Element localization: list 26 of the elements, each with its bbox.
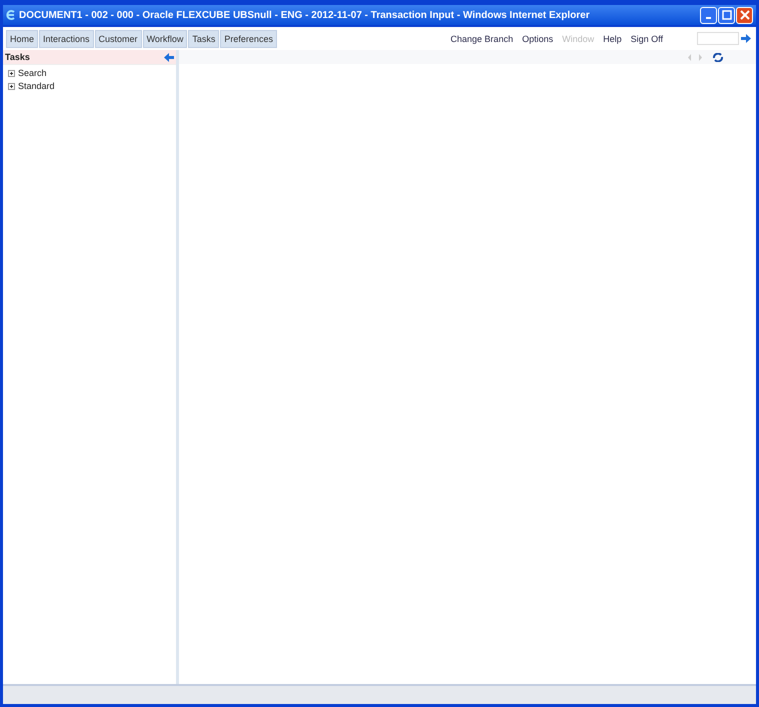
menu-link[interactable]: Help <box>603 34 622 44</box>
menu-tab[interactable]: Preferences <box>220 30 277 48</box>
refresh-icon[interactable] <box>713 52 723 62</box>
window-title: DOCUMENT1 - 002 - 000 - Oracle FLEXCUBE UBSnull - ENG - 2012-11-07 - Transaction Input - Windows Internet Explorer <box>19 10 591 20</box>
maximize-button[interactable] <box>718 6 735 24</box>
menu-link[interactable]: Change Branch <box>450 34 514 44</box>
expand-icon[interactable] <box>8 82 15 90</box>
expand-icon[interactable] <box>8 70 15 76</box>
menu-link[interactable]: Sign Off <box>630 34 663 44</box>
menu-tab[interactable]: Workflow <box>142 30 188 48</box>
menu-tab[interactable]: Tasks <box>188 30 220 48</box>
menu-tab[interactable]: Interactions <box>39 30 94 48</box>
tree-item[interactable]: Standard <box>18 81 55 91</box>
minimize-button[interactable] <box>700 6 717 24</box>
menu-tab[interactable]: Customer <box>94 30 142 48</box>
menu-link[interactable]: Options <box>522 34 554 44</box>
maximize-icon <box>722 10 732 20</box>
function-input-field[interactable] <box>697 32 739 45</box>
close-button[interactable] <box>736 6 753 24</box>
menu-tab[interactable]: Home <box>6 30 38 48</box>
arrow-left-icon[interactable] <box>164 52 174 62</box>
e-logo-icon <box>6 9 16 21</box>
sidebar-title: Tasks <box>5 52 30 62</box>
tree-item[interactable]: Search <box>18 68 47 78</box>
close-icon <box>740 10 750 20</box>
arrow-right-icon[interactable] <box>741 34 751 43</box>
